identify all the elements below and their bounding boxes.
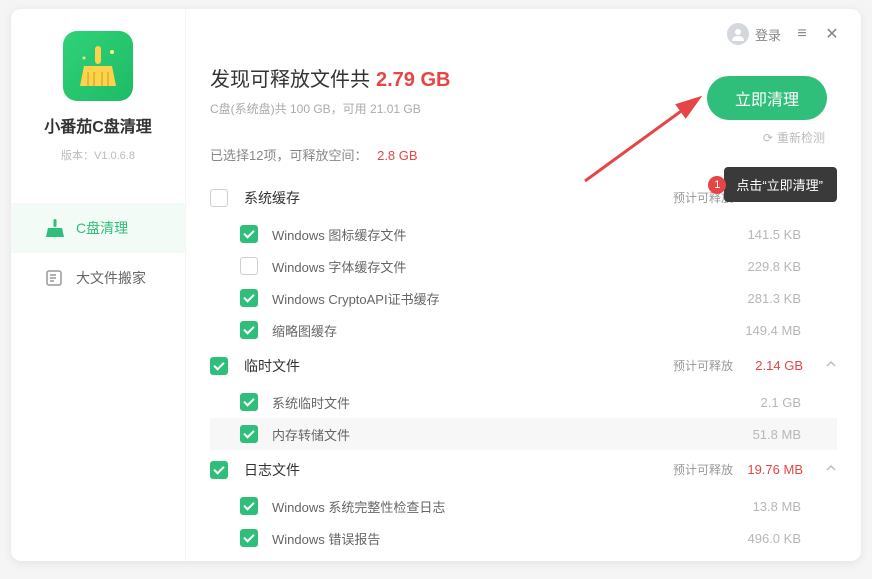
checkbox[interactable] [210,357,228,375]
item-name: Windows 图标缓存文件 [272,225,406,244]
category-name: 临时文件 [244,356,300,376]
app-version: 版本：V1.0.6.8 [61,147,135,163]
checkbox[interactable] [240,321,258,339]
checkbox[interactable] [240,529,258,547]
checkbox[interactable] [240,425,258,443]
sidebar-item-bigfile[interactable]: 大文件搬家 [11,253,185,303]
app-logo [63,31,133,101]
refresh-button[interactable]: ⟳ 重新检测 [763,129,825,146]
list-item[interactable]: Windows CryptoAPI证书缓存 281.3 KB [210,282,837,314]
estimate: 预计可释放2.14 GB [673,357,803,375]
avatar-icon [727,23,749,45]
list-item[interactable]: Windows 图标缓存文件 141.5 KB [210,218,837,250]
refresh-label: 重新检测 [777,129,825,146]
category-name: 系统缓存 [244,188,300,208]
login-label: 登录 [755,25,781,44]
item-name: 内存转储文件 [272,425,350,444]
sidebar-nav: C盘清理 大文件搬家 [11,203,185,303]
checkbox[interactable] [240,289,258,307]
list-item[interactable]: Windows 字体缓存文件 229.8 KB [210,250,837,282]
main-panel: 登录 ≡ ✕ 发现可释放文件共 2.79 GB C盘(系统盘)共 100 GB，… [186,9,861,561]
list-item[interactable]: 缩略图缓存 149.4 MB [210,314,837,346]
item-name: Windows 字体缓存文件 [272,257,406,276]
item-name: 系统临时文件 [272,393,350,412]
item-name: 缩略图缓存 [272,321,337,340]
category-row[interactable]: 日志文件 预计可释放19.76 MB [210,450,837,490]
category-list[interactable]: 系统缓存 预计可释放150.00 MB Windows 图标缓存文件 141.5… [210,178,837,561]
close-icon[interactable]: ✕ [823,24,841,44]
app-window: 小番茄C盘清理 版本：V1.0.6.8 C盘清理 大文件搬家 [11,9,861,561]
checkbox[interactable] [240,257,258,275]
annotation-badge: 1 [708,176,726,194]
checkbox[interactable] [210,189,228,207]
menu-icon[interactable]: ≡ [793,25,811,43]
list-item[interactable]: Windows 系统完整性检查日志 13.8 MB [210,490,837,522]
broom-icon [45,218,65,238]
sidebar-item-label: C盘清理 [76,218,128,238]
sidebar: 小番茄C盘清理 版本：V1.0.6.8 C盘清理 大文件搬家 [11,9,186,561]
category-name: 日志文件 [244,460,300,480]
clean-now-button[interactable]: 立即清理 [707,76,827,120]
sidebar-item-label: 大文件搬家 [76,268,146,288]
item-name: Windows CryptoAPI证书缓存 [272,289,440,308]
folder-move-icon [45,268,65,288]
sidebar-item-c-clean[interactable]: C盘清理 [11,203,185,253]
selection-summary: 已选择12项，可释放空间： 2.8 GB [210,145,837,164]
app-name: 小番茄C盘清理 [44,113,152,137]
category-row[interactable]: 临时文件 预计可释放2.14 GB [210,346,837,386]
heading-text: 发现可释放文件共 [210,63,370,92]
annotation-text: 点击“立即清理” [736,175,823,194]
item-name: Windows 错误报告 [272,529,380,548]
list-item[interactable]: 内存转储文件 51.8 MB [210,418,837,450]
checkbox[interactable] [240,225,258,243]
checkbox[interactable] [240,497,258,515]
selection-size: 2.8 GB [377,148,417,163]
checkbox[interactable] [240,393,258,411]
annotation-tooltip: 1 点击“立即清理” [724,167,837,202]
item-size: 149.4 MB [727,323,837,338]
heading-size: 2.79 GB [376,69,450,92]
item-size: 229.8 KB [727,259,837,274]
item-name: Windows 系统完整性检查日志 [272,497,445,516]
item-size: 13.8 MB [727,499,837,514]
broom-logo-icon [74,42,122,90]
list-item[interactable]: 系统临时文件 2.1 GB [210,386,837,418]
list-item[interactable]: Windows 错误报告 496.0 KB [210,522,837,554]
chevron-up-icon[interactable] [825,357,837,375]
item-size: 281.3 KB [727,291,837,306]
item-size: 496.0 KB [727,531,837,546]
item-size: 141.5 KB [727,227,837,242]
item-size: 2.1 GB [727,395,837,410]
titlebar: 登录 ≡ ✕ [727,23,841,45]
login-button[interactable]: 登录 [727,23,781,45]
selection-text: 已选择12项，可释放空间： [210,148,367,163]
refresh-icon: ⟳ [763,131,773,145]
item-size: 51.8 MB [727,427,837,442]
checkbox[interactable] [210,461,228,479]
chevron-up-icon[interactable] [825,461,837,479]
estimate: 预计可释放19.76 MB [673,461,803,479]
